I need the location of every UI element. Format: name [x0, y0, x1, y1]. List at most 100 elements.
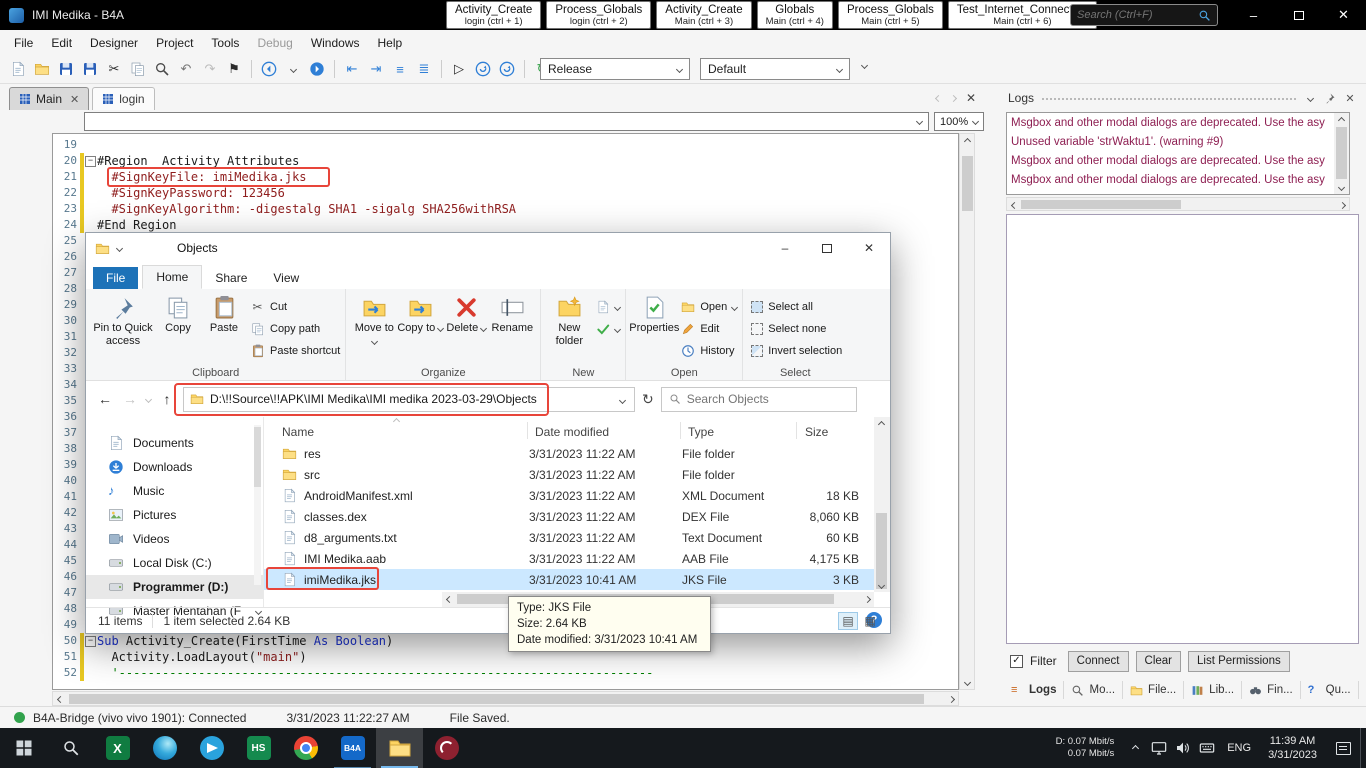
taskbar-app-button[interactable]: [188, 728, 235, 768]
menu-item[interactable]: Windows: [302, 36, 369, 50]
rename-button[interactable]: Rename: [489, 292, 535, 364]
filter-checkbox[interactable]: ✓: [1010, 654, 1023, 668]
sidebar-item[interactable]: ♪ Programmer (D:): [86, 575, 263, 599]
layout-variant-combo[interactable]: Default: [700, 58, 850, 80]
edit-button[interactable]: Edit: [680, 319, 737, 339]
large-icons-view-button[interactable]: ▦: [860, 612, 880, 630]
history-button[interactable]: History: [680, 341, 737, 361]
logs-bottom-tab[interactable]: ≡ ? Qu...: [1301, 681, 1359, 699]
code-navigator-combo[interactable]: [84, 112, 929, 131]
ide-search-box[interactable]: [1070, 4, 1218, 26]
module-shortcut-tab[interactable]: Activity_Create Main (ctrl + 3): [656, 1, 752, 29]
uncomment-button[interactable]: ≣: [413, 58, 435, 80]
back-history-button[interactable]: [282, 58, 304, 80]
taskbar-app-button[interactable]: [141, 728, 188, 768]
file-list-vertical-scrollbar[interactable]: [874, 417, 890, 592]
menu-item[interactable]: Help: [369, 36, 412, 50]
taskbar-app-button[interactable]: HS: [235, 728, 282, 768]
file-row[interactable]: IMI Medika.aab 3/31/2023 11:22 AM AAB Fi…: [264, 548, 874, 569]
select-none-button[interactable]: Select none: [751, 319, 842, 339]
paste-button[interactable]: Paste: [201, 292, 247, 364]
sidebar-item[interactable]: ♪ Videos: [86, 527, 263, 551]
editor-vertical-scrollbar[interactable]: [959, 133, 975, 690]
editor-horizontal-scrollbar[interactable]: [52, 691, 959, 706]
menu-item[interactable]: Tools: [202, 36, 248, 50]
nav-scrollbar[interactable]: [254, 425, 261, 585]
log-horizontal-scrollbar[interactable]: [1006, 197, 1350, 211]
sidebar-item[interactable]: ♪ Music: [86, 479, 263, 503]
logs-action-button[interactable]: List Permissions: [1188, 650, 1290, 672]
bookmark-button[interactable]: ⚑: [223, 58, 245, 80]
navigate-back-button[interactable]: [258, 58, 280, 80]
close-tab-icon[interactable]: ✕: [70, 93, 79, 106]
menu-item[interactable]: File: [5, 36, 42, 50]
column-header-modified[interactable]: Date modified: [535, 425, 609, 439]
taskbar-app-button[interactable]: X: [94, 728, 141, 768]
delete-button[interactable]: Delete: [443, 292, 489, 364]
address-bar[interactable]: D:\!!Source\!!APK\IMI Medika\IMI medika …: [183, 386, 635, 412]
forward-button[interactable]: →: [121, 391, 139, 407]
taskbar-app-button[interactable]: [47, 728, 94, 768]
taskbar-app-button[interactable]: [282, 728, 329, 768]
logs-bottom-tab[interactable]: ≡ ? Mo...: [1064, 681, 1124, 699]
taskbar-app-button[interactable]: [423, 728, 470, 768]
build-configuration-combo[interactable]: Release: [540, 58, 690, 80]
close-panel-icon[interactable]: ✕: [1343, 91, 1357, 105]
file-row[interactable]: d8_arguments.txt 3/31/2023 11:22 AM Text…: [264, 527, 874, 548]
scroll-tabs-left-icon[interactable]: [934, 94, 943, 102]
network-icon[interactable]: [1147, 728, 1171, 768]
chevron-down-icon[interactable]: [1303, 91, 1317, 105]
select-all-button[interactable]: Select all: [751, 297, 842, 317]
taskbar-app-button[interactable]: [0, 728, 47, 768]
log-list[interactable]: Msgbox and other modal dialogs are depre…: [1006, 112, 1350, 195]
column-header-size[interactable]: Size: [805, 425, 828, 439]
panel-grip[interactable]: [1041, 96, 1296, 100]
sidebar-item[interactable]: ♪ Pictures: [86, 503, 263, 527]
properties-button[interactable]: Properties: [629, 292, 679, 364]
module-shortcut-tab[interactable]: Globals Main (ctrl + 4): [756, 1, 833, 29]
logs-bottom-tab[interactable]: ≡ ? File...: [1123, 681, 1185, 699]
invert-selection-button[interactable]: Invert selection: [751, 341, 842, 361]
new-folder-button[interactable]: New folder: [546, 292, 592, 364]
explorer-maximize-button[interactable]: [806, 233, 848, 263]
language-indicator[interactable]: ENG: [1219, 742, 1259, 754]
save-all-button[interactable]: [79, 58, 101, 80]
explorer-minimize-button[interactable]: –: [764, 233, 806, 263]
pin-to-quick-access-button[interactable]: Pin to Quick access: [91, 292, 155, 364]
file-row[interactable]: src 3/31/2023 11:22 AM File folder: [264, 464, 874, 485]
cut-button[interactable]: ✂: [103, 58, 125, 80]
scroll-tabs-right-icon[interactable]: [949, 94, 958, 102]
module-shortcut-tab[interactable]: Process_Globals Main (ctrl + 5): [837, 1, 943, 29]
address-dropdown-icon[interactable]: [613, 392, 632, 406]
explorer-close-button[interactable]: ✕: [848, 233, 890, 263]
column-header-name[interactable]: Name: [282, 425, 314, 439]
explorer-titlebar[interactable]: Objects – ✕: [86, 233, 890, 263]
editor-tab[interactable]: Main ✕: [9, 87, 90, 110]
up-button[interactable]: ↑: [158, 391, 176, 407]
column-header-type[interactable]: Type: [688, 425, 714, 439]
find-button[interactable]: [151, 58, 173, 80]
explorer-search-box[interactable]: [660, 386, 857, 412]
undo-button[interactable]: ↶: [175, 58, 197, 80]
back-button[interactable]: ←: [96, 391, 114, 407]
module-shortcut-tab[interactable]: Activity_Create login (ctrl + 1): [446, 1, 542, 29]
logs-bottom-tab[interactable]: ≡ ? Lib...: [1184, 681, 1243, 699]
search-icon[interactable]: [1198, 9, 1211, 22]
logs-action-button[interactable]: Clear: [1135, 650, 1181, 672]
indent-button[interactable]: ⇥: [365, 58, 387, 80]
copy-path-button[interactable]: Copy path: [250, 319, 340, 339]
outdent-button[interactable]: ⇤: [341, 58, 363, 80]
zoom-select[interactable]: 100%: [934, 112, 984, 131]
ribbon-tab[interactable]: Share: [202, 267, 260, 289]
menu-item[interactable]: Project: [147, 36, 202, 50]
clean-project-button[interactable]: [496, 58, 518, 80]
navigate-forward-button[interactable]: [306, 58, 328, 80]
copy-to-button[interactable]: Copy to: [397, 292, 445, 364]
file-row[interactable]: classes.dex 3/31/2023 11:22 AM DEX File …: [264, 506, 874, 527]
minimize-button[interactable]: –: [1231, 0, 1276, 30]
paste-shortcut-button[interactable]: Paste shortcut: [250, 341, 340, 361]
logs-panel-header[interactable]: Logs ✕: [1004, 88, 1361, 108]
keyboard-icon[interactable]: [1195, 728, 1219, 768]
show-desktop-button[interactable]: [1360, 728, 1366, 768]
sidebar-item[interactable]: ♪ Local Disk (C:): [86, 551, 263, 575]
